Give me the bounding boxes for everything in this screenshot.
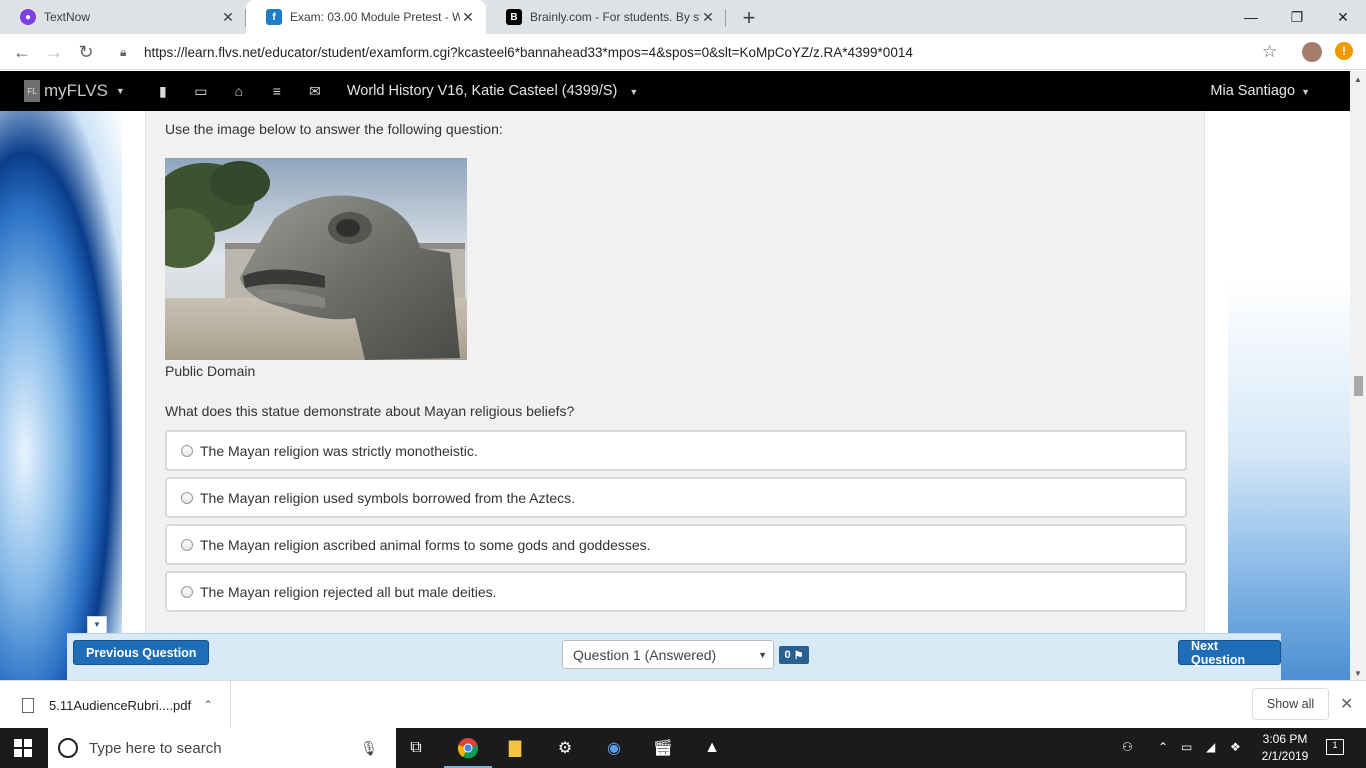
flag-icon: ⚑ [793,649,804,662]
book-icon[interactable]: ▮ [155,83,171,100]
new-tab-icon[interactable]: + [737,5,761,31]
background-decoration-left [0,111,122,680]
close-tab-icon[interactable]: ✕ [460,9,476,26]
notifications-icon[interactable]: 1 [1326,739,1344,755]
page-scrollbar[interactable]: ▲ ▼ [1350,71,1366,680]
scroll-up-icon[interactable]: ▲ [1354,75,1362,84]
minimize-icon[interactable]: — [1228,0,1274,34]
close-tab-icon[interactable]: ✕ [220,9,236,26]
tab-exam[interactable]: f Exam: 03.00 Module Pretest - World His… [246,0,486,34]
cortana-icon [58,738,78,758]
brainly-icon: B [506,9,522,25]
browser-toolbar: ← → ↻ 🔒︎ https://learn.flvs.net/educator… [0,34,1366,70]
mayan-statue-image [165,158,467,360]
image-credit: Public Domain [165,363,256,379]
answer-choice[interactable]: The Mayan religion used symbols borrowed… [165,477,1187,518]
browser-alert-icon[interactable]: ! [1335,42,1353,60]
taskbar-search[interactable]: Type here to search 🎙︎ [48,728,396,768]
radio-button[interactable] [181,444,193,457]
collapse-toggle-icon[interactable]: ▼ [87,616,107,634]
app-icon[interactable]: ◉ [602,736,626,760]
question-text: What does this statue demonstrate about … [165,403,575,419]
forward-icon[interactable]: → [42,40,66,64]
user-menu[interactable]: Mia Santiago ▼ [1210,83,1310,99]
show-all-button[interactable]: Show all [1252,688,1329,720]
dropbox-icon[interactable]: ❖ [1230,740,1241,754]
chevron-down-icon: ▼ [115,86,125,96]
chrome-icon[interactable] [444,736,492,768]
menu-icon[interactable]: ≡ [269,83,285,99]
tray-chevron-icon[interactable]: ⌃ [1158,740,1168,754]
reload-icon[interactable]: ↻ [74,40,98,64]
flvs-nav-bar: FL myFLVS ▼ ▮ ▭ ⌂ ≡ ✉ World History V16,… [0,71,1350,111]
windows-start-icon[interactable] [14,739,32,757]
downloads-bar: 5.11AudienceRubri....pdf ⌃ Show all ✕ [0,680,1366,729]
question-nav-bar: Previous Question Question 1 (Answered) … [67,633,1281,680]
question-select[interactable]: Question 1 (Answered) ▼ [562,640,774,669]
taskbar-clock[interactable]: 3:06 PM 2/1/2019 [1252,731,1318,765]
movies-icon[interactable]: 🎬︎ [651,736,675,760]
download-item[interactable]: 5.11AudienceRubri....pdf ⌃ [0,681,231,729]
chevron-up-icon[interactable]: ⌃ [203,698,213,712]
page-content: Use the image below to answer the follow… [0,111,1350,680]
pdf-file-icon [22,697,34,713]
answer-choice[interactable]: The Mayan religion ascribed animal forms… [165,524,1187,565]
inbox-icon[interactable]: ▭ [193,83,209,100]
question-prompt: Use the image below to answer the follow… [165,121,503,137]
battery-icon[interactable]: ▭ [1181,740,1192,754]
windows-taskbar: Type here to search 🎙︎ ⧉ ▇ ⚙ ◉ 🎬︎ ▲ ⚇ ⌃ … [0,728,1366,768]
flag-count-badge[interactable]: 0 ⚑ [779,646,809,664]
home-icon[interactable]: ⌂ [231,83,247,99]
microphone-icon[interactable]: 🎙︎ [360,740,378,757]
people-icon[interactable]: ⚇ [1122,740,1133,754]
url-text: https://learn.flvs.net/educator/student/… [144,44,913,60]
browser-tab-strip: ● TextNow ✕ f Exam: 03.00 Module Pretest… [0,0,1366,34]
scrollbar-thumb[interactable] [1354,376,1363,396]
photos-icon[interactable]: ▲ [700,736,724,760]
myflvs-logo[interactable]: FL myFLVS ▼ [24,80,125,102]
textnow-icon: ● [20,9,36,25]
radio-button[interactable] [181,585,193,598]
settings-gear-icon[interactable]: ⚙ [553,736,577,760]
previous-question-button[interactable]: Previous Question [73,640,210,665]
radio-button[interactable] [181,491,193,504]
flvs-logo-icon: FL [24,80,40,102]
chevron-down-icon: ▼ [629,87,639,97]
background-decoration-right [1228,111,1350,680]
address-bar[interactable]: 🔒︎ https://learn.flvs.net/educator/stude… [110,38,1296,66]
radio-button[interactable] [181,538,193,551]
scroll-down-icon[interactable]: ▼ [1354,669,1362,678]
back-icon[interactable]: ← [10,40,34,64]
flvs-icon: f [266,9,282,25]
tab-brainly[interactable]: B Brainly.com - For students. By student… [486,0,726,34]
profile-avatar[interactable] [1302,42,1322,62]
close-tab-icon[interactable]: ✕ [700,9,716,26]
close-downloads-icon[interactable]: ✕ [1340,694,1353,714]
lock-icon: 🔒︎ [120,44,127,59]
dropdown-arrow-icon: ▼ [758,649,767,660]
chevron-down-icon: ▼ [1301,87,1310,97]
wifi-icon[interactable]: ◢ [1206,740,1215,754]
tab-textnow[interactable]: ● TextNow ✕ [0,0,246,34]
answer-choice[interactable]: The Mayan religion rejected all but male… [165,571,1187,612]
next-question-button[interactable]: Next Question [1178,639,1281,667]
course-selector[interactable]: World History V16, Katie Casteel (4399/S… [347,83,638,99]
file-explorer-icon[interactable]: ▇ [503,736,527,760]
task-view-icon[interactable]: ⧉ [404,736,428,760]
answer-choice[interactable]: The Mayan religion was strictly monothei… [165,430,1187,471]
close-window-icon[interactable]: ✕ [1320,0,1366,34]
mail-icon[interactable]: ✉ [307,83,323,100]
bookmark-star-icon[interactable]: ☆ [1262,42,1277,62]
restore-icon[interactable]: ❐ [1274,0,1320,34]
exam-panel: Use the image below to answer the follow… [145,111,1205,680]
